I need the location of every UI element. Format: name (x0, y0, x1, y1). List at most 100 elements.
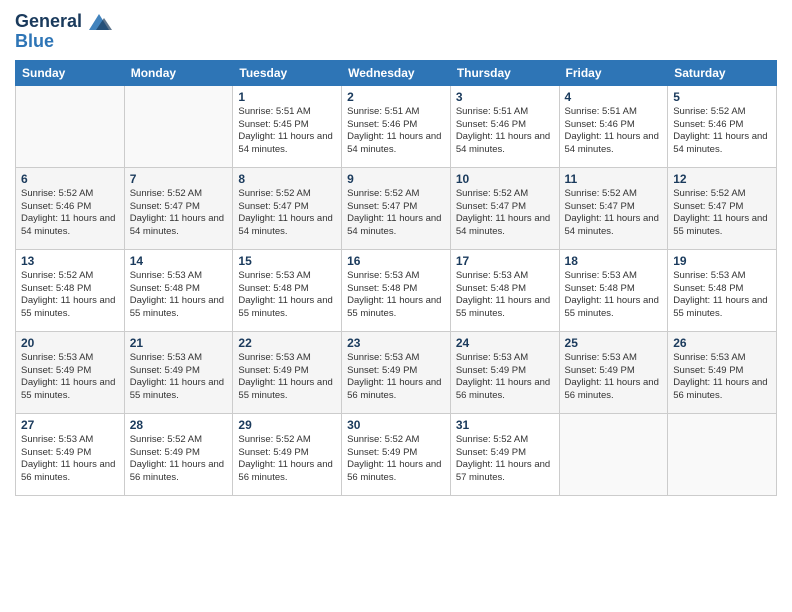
calendar-cell (16, 85, 125, 167)
calendar-cell: 9 Sunrise: 5:52 AM Sunset: 5:47 PM Daylig… (342, 167, 451, 249)
day-info: Sunrise: 5:53 AM Sunset: 5:49 PM Dayligh… (565, 352, 663, 403)
day-info: Sunrise: 5:53 AM Sunset: 5:48 PM Dayligh… (565, 270, 663, 321)
day-info: Sunrise: 5:52 AM Sunset: 5:49 PM Dayligh… (238, 434, 336, 485)
day-number: 14 (130, 254, 228, 268)
day-number: 6 (21, 172, 119, 186)
calendar-cell: 12Sunrise: 5:52 AM Sunset: 5:47 PM Dayli… (668, 167, 777, 249)
day-number: 8 (238, 172, 336, 186)
day-number: 10 (456, 172, 554, 186)
weekday-header: Thursday (450, 60, 559, 85)
calendar-cell: 10 Sunrise: 5:52 AM Sunset: 5:47 PM Dayli… (450, 167, 559, 249)
day-info: Sunrise: 5:51 AM Sunset: 5:46 PM Dayligh… (347, 106, 445, 157)
day-number: 9 (347, 172, 445, 186)
day-number: 11 (565, 172, 663, 186)
calendar-cell (559, 413, 668, 495)
day-info: Sunrise: 5:53 AM Sunset: 5:49 PM Dayligh… (673, 352, 771, 403)
calendar-cell: 23 Sunrise: 5:53 AM Sunset: 5:49 PM Dayli… (342, 331, 451, 413)
day-info: Sunrise: 5:53 AM Sunset: 5:48 PM Dayligh… (456, 270, 554, 321)
calendar-cell: 19Sunrise: 5:53 AM Sunset: 5:48 PM Dayli… (668, 249, 777, 331)
calendar-cell: 31Sunrise: 5:52 AM Sunset: 5:49 PM Dayli… (450, 413, 559, 495)
logo-icon (84, 10, 114, 34)
day-number: 26 (673, 336, 771, 350)
calendar-cell: 5 Sunrise: 5:52 AM Sunset: 5:46 PM Daylig… (668, 85, 777, 167)
day-number: 5 (673, 90, 771, 104)
day-number: 3 (456, 90, 554, 104)
day-info: Sunrise: 5:51 AM Sunset: 5:46 PM Dayligh… (456, 106, 554, 157)
calendar-cell: 22 Sunrise: 5:53 AM Sunset: 5:49 PM Dayli… (233, 331, 342, 413)
day-number: 24 (456, 336, 554, 350)
weekday-header: Sunday (16, 60, 125, 85)
day-info: Sunrise: 5:53 AM Sunset: 5:49 PM Dayligh… (238, 352, 336, 403)
day-number: 29 (238, 418, 336, 432)
day-number: 20 (21, 336, 119, 350)
day-info: Sunrise: 5:52 AM Sunset: 5:47 PM Dayligh… (456, 188, 554, 239)
weekday-header: Monday (124, 60, 233, 85)
weekday-header: Saturday (668, 60, 777, 85)
calendar-week-row: 13Sunrise: 5:52 AM Sunset: 5:48 PM Dayli… (16, 249, 777, 331)
day-info: Sunrise: 5:51 AM Sunset: 5:46 PM Dayligh… (565, 106, 663, 157)
day-info: Sunrise: 5:52 AM Sunset: 5:47 PM Dayligh… (238, 188, 336, 239)
calendar-cell: 25Sunrise: 5:53 AM Sunset: 5:49 PM Dayli… (559, 331, 668, 413)
calendar-week-row: 6 Sunrise: 5:52 AM Sunset: 5:46 PM Daylig… (16, 167, 777, 249)
calendar-cell: 11 Sunrise: 5:52 AM Sunset: 5:47 PM Dayli… (559, 167, 668, 249)
day-info: Sunrise: 5:52 AM Sunset: 5:49 PM Dayligh… (347, 434, 445, 485)
day-info: Sunrise: 5:53 AM Sunset: 5:49 PM Dayligh… (456, 352, 554, 403)
day-info: Sunrise: 5:53 AM Sunset: 5:49 PM Dayligh… (347, 352, 445, 403)
day-number: 30 (347, 418, 445, 432)
page: General Blue SundayMondayTuesdayWednesda… (0, 0, 792, 612)
day-number: 1 (238, 90, 336, 104)
day-number: 18 (565, 254, 663, 268)
calendar-cell: 7 Sunrise: 5:52 AM Sunset: 5:47 PM Daylig… (124, 167, 233, 249)
day-info: Sunrise: 5:53 AM Sunset: 5:48 PM Dayligh… (347, 270, 445, 321)
weekday-header-row: SundayMondayTuesdayWednesdayThursdayFrid… (16, 60, 777, 85)
day-number: 7 (130, 172, 228, 186)
day-info: Sunrise: 5:53 AM Sunset: 5:49 PM Dayligh… (21, 352, 119, 403)
day-number: 23 (347, 336, 445, 350)
day-info: Sunrise: 5:52 AM Sunset: 5:49 PM Dayligh… (456, 434, 554, 485)
day-number: 16 (347, 254, 445, 268)
day-info: Sunrise: 5:52 AM Sunset: 5:46 PM Dayligh… (21, 188, 119, 239)
calendar-cell: 1 Sunrise: 5:51 AM Sunset: 5:45 PM Daylig… (233, 85, 342, 167)
day-info: Sunrise: 5:53 AM Sunset: 5:48 PM Dayligh… (238, 270, 336, 321)
calendar-cell: 17 Sunrise: 5:53 AM Sunset: 5:48 PM Dayli… (450, 249, 559, 331)
day-number: 22 (238, 336, 336, 350)
day-number: 15 (238, 254, 336, 268)
calendar-cell: 6 Sunrise: 5:52 AM Sunset: 5:46 PM Daylig… (16, 167, 125, 249)
day-info: Sunrise: 5:52 AM Sunset: 5:46 PM Dayligh… (673, 106, 771, 157)
logo: General Blue (15, 10, 114, 52)
day-number: 13 (21, 254, 119, 268)
calendar-table: SundayMondayTuesdayWednesdayThursdayFrid… (15, 60, 777, 496)
calendar-cell: 16 Sunrise: 5:53 AM Sunset: 5:48 PM Dayli… (342, 249, 451, 331)
calendar-cell: 8 Sunrise: 5:52 AM Sunset: 5:47 PM Daylig… (233, 167, 342, 249)
day-info: Sunrise: 5:53 AM Sunset: 5:48 PM Dayligh… (130, 270, 228, 321)
day-info: Sunrise: 5:52 AM Sunset: 5:47 PM Dayligh… (130, 188, 228, 239)
day-info: Sunrise: 5:52 AM Sunset: 5:47 PM Dayligh… (347, 188, 445, 239)
logo-text-blue: Blue (15, 32, 54, 52)
day-number: 4 (565, 90, 663, 104)
calendar-cell (668, 413, 777, 495)
weekday-header: Wednesday (342, 60, 451, 85)
calendar-cell: 18 Sunrise: 5:53 AM Sunset: 5:48 PM Dayli… (559, 249, 668, 331)
calendar-cell: 3 Sunrise: 5:51 AM Sunset: 5:46 PM Daylig… (450, 85, 559, 167)
day-number: 27 (21, 418, 119, 432)
day-info: Sunrise: 5:51 AM Sunset: 5:45 PM Dayligh… (238, 106, 336, 157)
weekday-header: Tuesday (233, 60, 342, 85)
day-number: 21 (130, 336, 228, 350)
day-number: 2 (347, 90, 445, 104)
calendar-week-row: 1 Sunrise: 5:51 AM Sunset: 5:45 PM Daylig… (16, 85, 777, 167)
calendar-cell: 14 Sunrise: 5:53 AM Sunset: 5:48 PM Dayli… (124, 249, 233, 331)
day-number: 17 (456, 254, 554, 268)
calendar-cell: 4 Sunrise: 5:51 AM Sunset: 5:46 PM Daylig… (559, 85, 668, 167)
calendar-cell: 29 Sunrise: 5:52 AM Sunset: 5:49 PM Dayli… (233, 413, 342, 495)
day-number: 12 (673, 172, 771, 186)
calendar-cell: 15 Sunrise: 5:53 AM Sunset: 5:48 PM Dayli… (233, 249, 342, 331)
calendar-cell: 13Sunrise: 5:52 AM Sunset: 5:48 PM Dayli… (16, 249, 125, 331)
calendar-cell: 27Sunrise: 5:53 AM Sunset: 5:49 PM Dayli… (16, 413, 125, 495)
weekday-header: Friday (559, 60, 668, 85)
calendar-cell: 26 Sunrise: 5:53 AM Sunset: 5:49 PM Dayli… (668, 331, 777, 413)
logo-text: General (15, 12, 82, 32)
calendar-cell: 24 Sunrise: 5:53 AM Sunset: 5:49 PM Dayli… (450, 331, 559, 413)
header: General Blue (15, 10, 777, 52)
calendar-cell: 30 Sunrise: 5:52 AM Sunset: 5:49 PM Dayli… (342, 413, 451, 495)
day-info: Sunrise: 5:52 AM Sunset: 5:47 PM Dayligh… (565, 188, 663, 239)
